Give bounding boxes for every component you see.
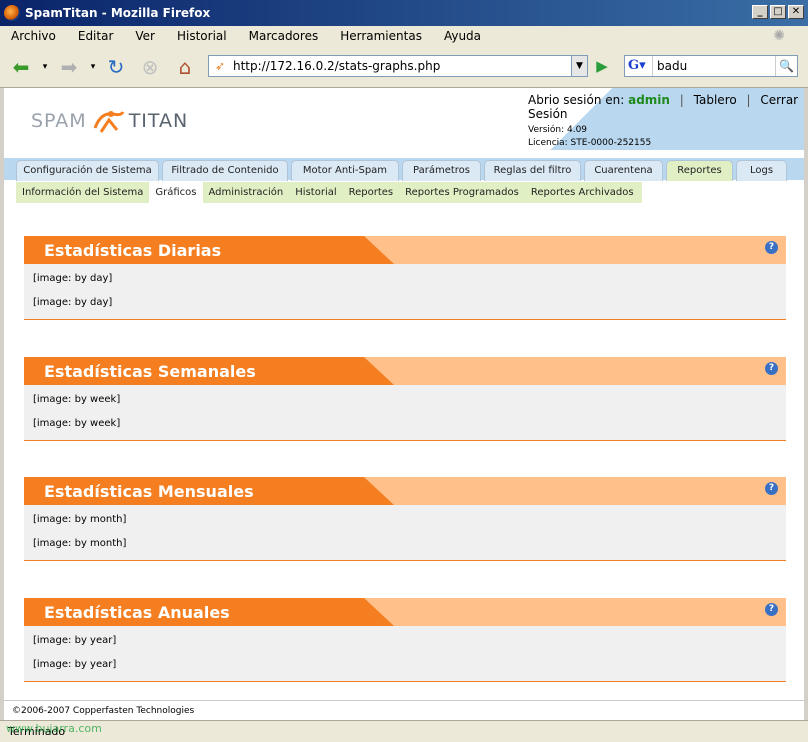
subnav-graficos[interactable]: Gráficos [149, 182, 203, 203]
menu-marcadores[interactable]: Marcadores [242, 29, 319, 43]
username: admin [628, 93, 670, 107]
favicon-icon: ➶ [214, 59, 226, 73]
help-icon[interactable]: ? [765, 241, 778, 254]
tab-cuarentena[interactable]: Cuarentena [584, 160, 663, 181]
go-icon[interactable]: ▶ [591, 56, 613, 76]
stop-icon[interactable]: ⊗ [137, 54, 163, 80]
menu-archivo[interactable]: Archivo [4, 29, 56, 43]
panel-monthly-stats: Estadísticas Mensuales ? [image: by mont… [24, 477, 786, 561]
tab-parametros[interactable]: Parámetros [402, 160, 481, 181]
search-icon[interactable]: 🔍 [775, 56, 797, 76]
menu-bar: Archivo Editar Ver Historial Marcadores … [0, 26, 808, 46]
image-placeholder: [image: by year] [33, 659, 117, 670]
help-icon[interactable]: ? [765, 362, 778, 375]
window-title: SpamTitan - Mozilla Firefox [25, 6, 211, 20]
page-content: SPAM TITAN Abrio sesión en: admin | Tabl… [4, 88, 804, 720]
subnav-informacion[interactable]: Información del Sistema [16, 182, 149, 203]
dashboard-link[interactable]: Tablero [694, 93, 737, 107]
close-button[interactable]: ✕ [788, 5, 804, 19]
panel-title: Estadísticas Diarias [44, 241, 222, 260]
search-input[interactable] [653, 59, 775, 73]
tab-motor-antispam[interactable]: Motor Anti-Spam [291, 160, 399, 181]
help-icon[interactable]: ? [765, 603, 778, 616]
image-placeholder: [image: by week] [33, 394, 121, 405]
forward-icon[interactable]: ➡ [56, 54, 82, 80]
back-icon[interactable]: ⬅ [8, 54, 34, 80]
search-bar[interactable]: G▾ 🔍 [624, 55, 798, 77]
image-placeholder: [image: by week] [33, 418, 121, 429]
panel-daily-stats: Estadísticas Diarias ? [image: by day] [… [24, 236, 786, 320]
panel-title: Estadísticas Anuales [44, 603, 230, 622]
navigation-toolbar: ⬅ ▾ ➡ ▾ ↻ ⊗ ⌂ ➶ http://172.16.0.2/stats-… [0, 46, 808, 88]
image-placeholder: [image: by day] [33, 297, 113, 308]
help-icon[interactable]: ? [765, 482, 778, 495]
tab-configuracion[interactable]: Configuración de Sistema [16, 160, 159, 181]
menu-herramientas[interactable]: Herramientas [333, 29, 422, 43]
url-bar[interactable]: ➶ http://172.16.0.2/stats-graphs.php ▼ [208, 55, 588, 77]
sub-navigation: Información del Sistema Gráficos Adminis… [16, 182, 642, 203]
window-titlebar: SpamTitan - Mozilla Firefox _ □ ✕ [0, 0, 808, 26]
panel-title: Estadísticas Mensuales [44, 482, 254, 501]
firefox-icon [4, 5, 20, 21]
throbber-icon: ✺ [773, 28, 785, 44]
forward-dropdown-icon[interactable]: ▾ [86, 54, 100, 80]
tab-logs[interactable]: Logs [736, 160, 787, 181]
subnav-reportes-programados[interactable]: Reportes Programados [399, 182, 525, 203]
home-icon[interactable]: ⌂ [172, 54, 198, 80]
url-text[interactable]: http://172.16.0.2/stats-graphs.php [233, 59, 571, 73]
url-dropdown-icon[interactable]: ▼ [571, 56, 587, 76]
watermark: www.bujarra.com [6, 722, 102, 735]
menu-ayuda[interactable]: Ayuda [437, 29, 481, 43]
image-placeholder: [image: by day] [33, 273, 113, 284]
spamtitan-logo: SPAM TITAN [31, 110, 189, 133]
tab-reglas[interactable]: Reglas del filtro [484, 160, 581, 181]
image-placeholder: [image: by month] [33, 538, 127, 549]
license-text: Licencia: STE-0000-252155 [528, 138, 652, 148]
image-placeholder: [image: by month] [33, 514, 127, 525]
minimize-button[interactable]: _ [752, 5, 768, 19]
version-text: Versión: 4.09 [528, 125, 588, 135]
tab-reportes[interactable]: Reportes [666, 160, 733, 181]
status-bar: Terminado [0, 720, 808, 742]
page-header: SPAM TITAN Abrio sesión en: admin | Tabl… [4, 88, 804, 150]
session-info: Abrio sesión en: admin | Tablero | Cerra… [528, 93, 804, 148]
subnav-reportes[interactable]: Reportes [343, 182, 400, 203]
subnav-reportes-archivados[interactable]: Reportes Archivados [525, 182, 640, 203]
subnav-historial[interactable]: Historial [289, 182, 342, 203]
google-engine-icon[interactable]: G▾ [625, 56, 653, 76]
image-placeholder: [image: by year] [33, 635, 117, 646]
panel-title: Estadísticas Semanales [44, 362, 256, 381]
page-footer: ©2006-2007 Copperfasten Technologies [4, 700, 804, 720]
maximize-button[interactable]: □ [770, 5, 786, 19]
reload-icon[interactable]: ↻ [103, 54, 129, 80]
menu-historial[interactable]: Historial [170, 29, 227, 43]
titan-figure-icon [93, 111, 125, 133]
tab-filtrado[interactable]: Filtrado de Contenido [162, 160, 288, 181]
panel-yearly-stats: Estadísticas Anuales ? [image: by year] … [24, 598, 786, 682]
back-dropdown-icon[interactable]: ▾ [38, 54, 52, 80]
menu-editar[interactable]: Editar [71, 29, 114, 43]
menu-ver[interactable]: Ver [128, 29, 155, 43]
subnav-administracion[interactable]: Administración [203, 182, 290, 203]
panel-weekly-stats: Estadísticas Semanales ? [image: by week… [24, 357, 786, 441]
main-tabs: Configuración de Sistema Filtrado de Con… [16, 160, 787, 181]
